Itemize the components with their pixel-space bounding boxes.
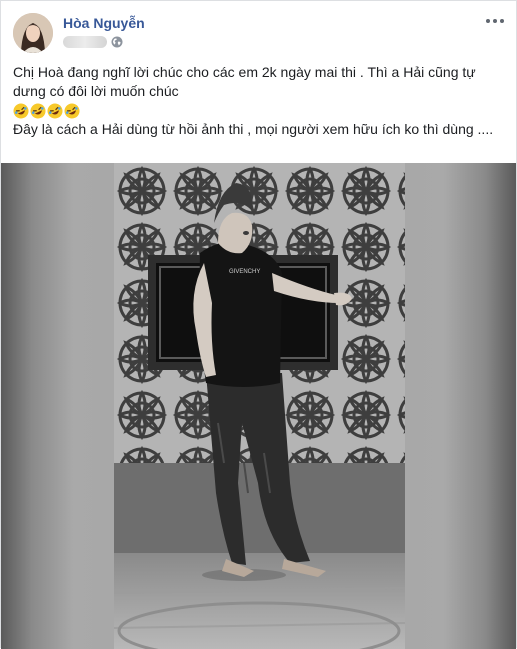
post-text: Chị Hoà đang nghĩ lời chúc cho các em 2k… <box>13 63 508 139</box>
emoji-row <box>13 101 508 120</box>
rolling-on-floor-laughing-icon <box>30 103 46 118</box>
author-name[interactable]: Hòa Nguyễn <box>63 15 145 31</box>
dot <box>486 19 490 23</box>
more-options-button[interactable] <box>484 11 506 31</box>
rolling-on-floor-laughing-icon <box>13 103 29 118</box>
video-player[interactable]: GIVENCHY <box>1 163 516 649</box>
dot <box>493 19 497 23</box>
video-frame: GIVENCHY <box>114 163 405 649</box>
avatar-photo <box>13 13 53 53</box>
post-header: Hòa Nguyễn <box>13 11 506 55</box>
rolling-on-floor-laughing-icon <box>47 103 63 118</box>
post-text-line-2: Đây là cách a Hải dùng từ hồi ảnh thi , … <box>13 121 494 137</box>
post-text-line-1: Chị Hoà đang nghĩ lời chúc cho các em 2k… <box>13 64 476 99</box>
post-meta <box>63 35 123 49</box>
blurred-timestamp[interactable] <box>63 36 107 48</box>
globe-icon[interactable] <box>111 36 123 48</box>
dot <box>500 19 504 23</box>
author-avatar[interactable] <box>13 13 53 53</box>
shirt-logo-text: GIVENCHY <box>229 269 260 275</box>
rolling-on-floor-laughing-icon <box>64 103 80 118</box>
facebook-post: Hòa Nguyễn Chị Hoà đang nghĩ lời chúc ch… <box>0 0 517 649</box>
